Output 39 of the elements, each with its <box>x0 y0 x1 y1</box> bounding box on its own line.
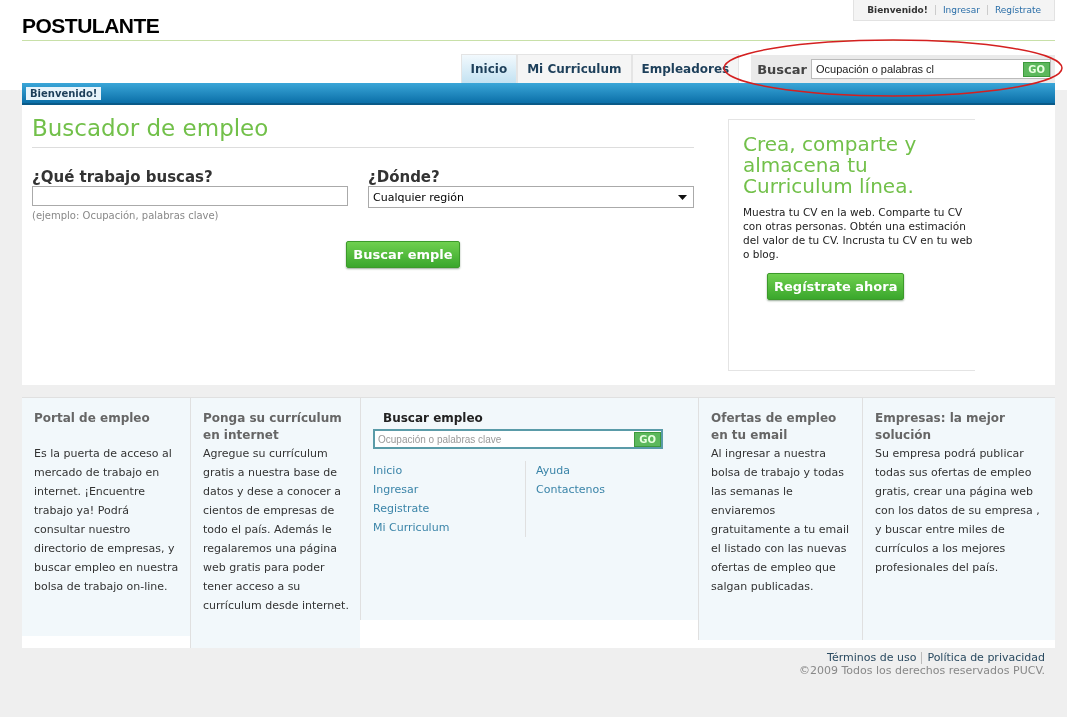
site-logo: POSTULANTE <box>22 14 160 38</box>
column-title: Buscar empleo <box>382 410 484 427</box>
column-title: Portal de empleo <box>34 410 151 427</box>
column-title: Ponga su currículum en internet <box>203 410 343 444</box>
footer-link[interactable]: Inicio <box>373 461 403 480</box>
footer-link[interactable]: Términos de uso <box>822 652 922 664</box>
go-button[interactable]: GO <box>1023 61 1050 77</box>
welcome-badge: Bienvenido! <box>26 86 102 100</box>
search-label: Buscar <box>757 61 807 77</box>
register-button[interactable]: Regístrate ahora <box>767 273 905 300</box>
region-dropdown[interactable]: Cualquier región <box>368 186 694 208</box>
field-label: ¿Qué trabajo buscas? <box>32 168 214 186</box>
search-field[interactable]: Ocupación o palabras cl GO <box>811 59 1051 79</box>
copyright-text: ©2009 Todos los derechos reservados PUCV. <box>798 664 1045 677</box>
nav-tab[interactable]: Inicio <box>460 54 518 83</box>
column-title: Ofertas de empleo en tu email <box>711 410 838 444</box>
column-text: Su empresa podrá publicar todas sus ofertas de empleo gratis, crear una página web con los datos de su empresa , y buscar entre miles de currículos a los mejores profesionales del país. <box>875 446 1041 576</box>
search-field[interactable]: Ocupación o palabras clave GO <box>373 429 663 449</box>
nav-tab[interactable]: Mi Curriculum <box>517 54 632 83</box>
promo-text: Muestra tu CV en la web. Comparte tu CV con otras personas. Obtén una estimación del valor de tu CV. Incrusta tu CV en tu web o blog. <box>743 205 974 261</box>
go-button[interactable]: GO <box>634 431 661 447</box>
column-text: Al ingresar a nuestra bolsa de trabajo y todas las semanas le enviaremos gratuitamente a tu email el listado con las nuevas ofertas de empleo que salgan publicadas. <box>711 446 851 595</box>
footer-link[interactable]: Mi Curriculum <box>373 518 450 537</box>
column-text: Es la puerta de acceso al mercado de trabajo en internet. ¡Encuentre trabajo ya! Podrá consultar nuestro directorio de empresas, y buscar empleo en nuestra bolsa de trabajo on-line. <box>34 446 180 595</box>
footer-link[interactable]: Ingresar <box>373 480 419 499</box>
footer-link[interactable]: Ayuda <box>536 461 570 480</box>
footer-link[interactable]: Registrate <box>373 499 430 518</box>
column-title: Empresas: la mejor solución <box>875 410 1006 444</box>
field-label: ¿Dónde? <box>368 168 441 186</box>
section-title: Buscador de empleo <box>32 105 694 148</box>
header-link[interactable]: Ingresar <box>934 5 987 15</box>
search-button[interactable]: Buscar emple <box>346 241 460 268</box>
footer-link[interactable]: Política de privacidad <box>921 652 1045 664</box>
column-text: Agregue su currículum gratis a nuestra base de datos y dese a conocer a cientos de empresas de todo el país. Además le regalaremos una página web gratis para poder tener acceso a su currículum desde internet. <box>203 446 350 614</box>
welcome-text: Bienvenido! <box>866 5 929 15</box>
promo-title: Crea, comparte y almacena tu Curriculum línea. <box>743 134 918 197</box>
field-hint: (ejemplo: Ocupación, palabras clave) <box>32 210 220 221</box>
footer-link[interactable]: Contactenos <box>536 480 605 499</box>
header-link[interactable]: Regístrate <box>986 5 1048 15</box>
